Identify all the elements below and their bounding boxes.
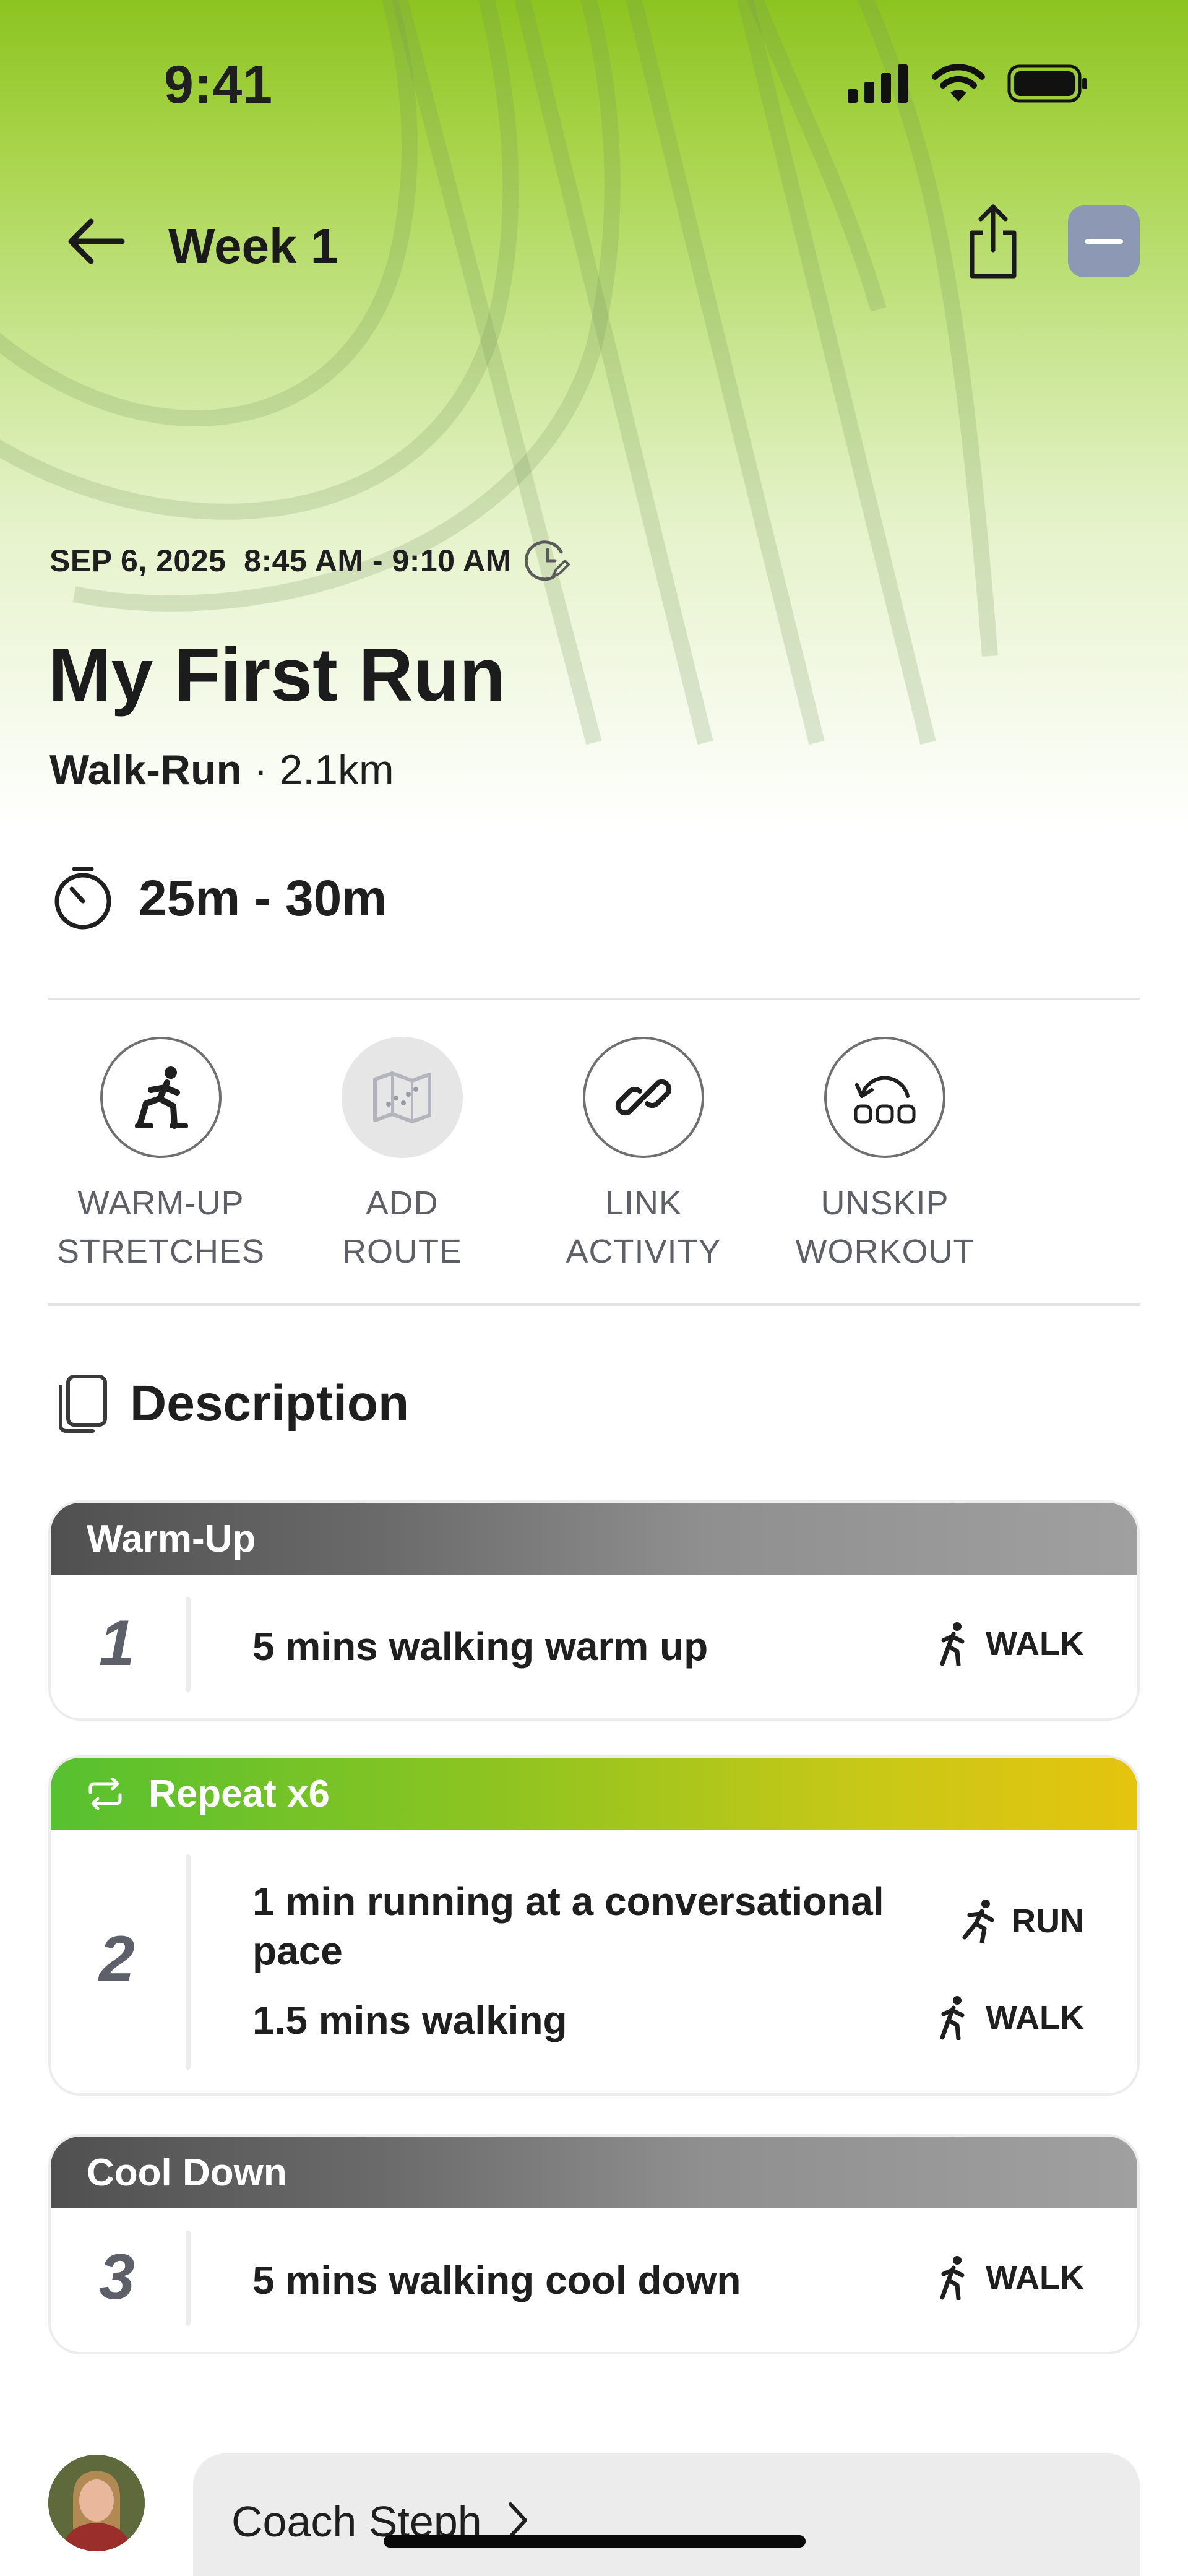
step-text: 1 min running at a conversational pace [252,1879,884,1973]
unskip-workout-circle [824,1037,945,1158]
repeat-block: Repeat x6 2 1 min running at a conversat… [48,1755,1140,2096]
workout-title: My First Run [48,633,506,717]
add-route-button[interactable]: ADD ROUTE [291,1037,514,1276]
link-activity-button[interactable]: LINK ACTIVITY [532,1037,755,1276]
map-icon [373,1071,431,1123]
status-icons [848,64,1089,103]
activity-tag-label: WALK [986,2259,1084,2296]
activity-tag-label: WALK [986,1999,1084,2036]
minus-icon [1085,239,1123,244]
coach-avatar[interactable] [48,2455,145,2551]
unskip-workout-label: UNSKIP WORKOUT [795,1185,975,1270]
link-activity-circle [583,1037,704,1158]
status-time: 9:41 [164,55,273,115]
activity-tag: WALK [934,1622,1084,1666]
step-number: 3 [99,2241,135,2313]
description-heading: Description [130,1375,410,1432]
status-bar: 9:41 [0,0,1188,142]
home-indicator[interactable] [384,2535,806,2548]
divider [48,998,1140,1000]
arrow-left-icon [68,218,125,264]
unskip-icon [854,1076,916,1124]
share-button[interactable] [959,198,1027,285]
walk-icon [940,2256,965,2300]
activity-tag: RUN [960,1899,1084,1943]
cool-down-block: Cool Down 3 5 mins walking cool down WAL… [48,2134,1140,2354]
wifi-icon [932,64,985,102]
block-header: Repeat x6 [51,1758,1137,1830]
workout-type: Walk-Run [50,746,243,793]
step-divider [186,1854,191,2070]
step-text: 5 mins walking cool down [252,2258,741,2302]
warm-up-stretches-label: WARM-UP STRETCHES [56,1185,265,1270]
warm-up-stretches-circle [100,1037,222,1158]
block-header: Warm-Up [51,1503,1137,1575]
activity-tag: WALK [934,2255,1084,2300]
workout-datetime: SEP 6, 2025 8:45 AM - 9:10 AM [50,543,512,578]
coach-card[interactable]: Coach Steph [193,2453,1140,2576]
description-heading-row: Description [56,1374,409,1433]
block-header: Cool Down [51,2137,1137,2208]
action-row: WARM-UP STRETCHES ADD ROUTE LINK ACTIVIT… [50,1037,1101,1272]
block-header-label: Repeat x6 [148,1772,330,1815]
workout-datetime-row: SEP 6, 2025 8:45 AM - 9:10 AM [50,538,570,583]
step-text: 1.5 mins walking [252,1998,567,2042]
walk-icon [940,1996,965,2040]
workout-distance: · 2.1km [253,746,394,793]
page-title: Week 1 [168,218,338,274]
add-route-circle [342,1037,463,1158]
add-route-label: ADD ROUTE [342,1185,462,1270]
share-icon [970,204,1017,279]
walk-icon [940,1622,965,1666]
battery-icon [1007,64,1087,103]
activity-tag-label: RUN [1012,1903,1084,1940]
warm-up-block: Warm-Up 1 5 mins walking warm up WALK [48,1500,1140,1721]
workout-subtitle: Walk-Run · 2.1km [50,746,394,794]
top-nav-bar: Week 1 [0,192,1188,291]
workout-duration: 25m - 30m [139,870,387,927]
divider [48,1303,1140,1306]
block-body: 3 5 mins walking cool down WALK [51,2208,1137,2352]
more-options-button[interactable] [1068,205,1140,277]
document-icon [59,1375,107,1433]
step-number: 2 [99,1923,135,1995]
duration-row: 25m - 30m [51,867,387,931]
unskip-workout-button[interactable]: UNSKIP WORKOUT [773,1037,996,1276]
chevron-right-icon [509,2502,527,2538]
step-divider [186,1597,191,1692]
step-text: 5 mins walking warm up [252,1624,708,1669]
link-icon [615,1079,672,1116]
repeat-icon [87,1778,124,1810]
edit-time-icon[interactable] [525,538,570,583]
activity-tag: WALK [934,1995,1084,2040]
back-button[interactable] [62,210,130,272]
link-activity-label: LINK ACTIVITY [566,1185,721,1270]
block-body: 1 5 mins walking warm up WALK [51,1575,1137,1718]
run-icon [962,1900,994,1943]
activity-tag-label: WALK [986,1625,1084,1662]
timer-icon [54,867,111,930]
block-body: 2 1 min running at a conversational pace… [51,1830,1137,2093]
signal-icon [848,64,908,103]
stretch-icon [135,1066,188,1129]
step-number: 1 [99,1607,135,1679]
warm-up-stretches-button[interactable]: WARM-UP STRETCHES [50,1037,272,1276]
step-divider [186,2231,191,2326]
